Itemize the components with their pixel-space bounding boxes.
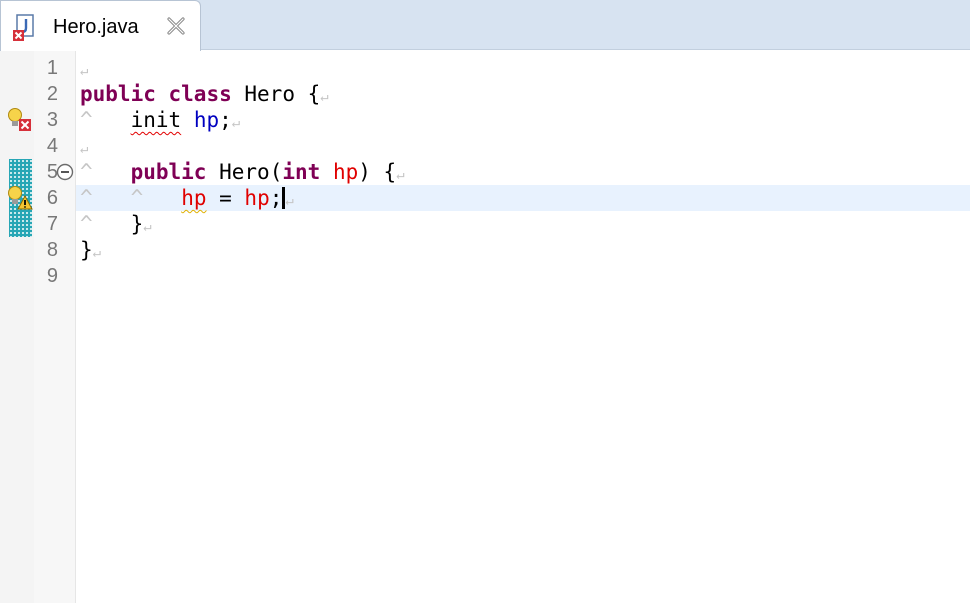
indent-mark: ^: [80, 212, 93, 236]
semicolon: ;: [219, 108, 232, 132]
close-icon[interactable]: [165, 15, 187, 37]
quickfix-error-icon[interactable]: [6, 107, 34, 133]
line-number: 2: [46, 83, 58, 105]
java-file-with-error-icon: [13, 14, 34, 41]
indent-mark: ^: [80, 186, 93, 210]
code-line-1[interactable]: ↵: [80, 55, 88, 81]
class-name: Hero: [244, 82, 295, 106]
brace: {: [307, 82, 321, 106]
line-number: 3: [46, 109, 58, 131]
indent-mark: ^: [80, 108, 93, 132]
code-line-4[interactable]: ↵: [80, 133, 88, 159]
line-number: 4: [46, 135, 58, 157]
brace: }: [80, 238, 93, 262]
line-number: 6: [46, 187, 58, 209]
line-break-mark: ↵: [80, 141, 89, 157]
brace: }: [130, 212, 144, 236]
tab-title: Hero.java: [53, 16, 139, 38]
constructor-name: Hero: [219, 160, 270, 184]
keyword: public: [130, 160, 207, 184]
java-editor[interactable]: 1 2 3 4 5 6 7 8 9 ↵ public class Hero {↵…: [0, 51, 970, 603]
keyword: int: [282, 160, 321, 184]
line-number: 7: [46, 213, 58, 235]
line-break-mark: ↵: [396, 167, 405, 183]
annotation-ruler[interactable]: [0, 51, 34, 603]
line-break-mark: ↵: [231, 115, 241, 131]
line-break-mark: ↵: [285, 193, 294, 209]
paren: (: [269, 160, 283, 184]
line-break-mark: ↵: [80, 63, 89, 79]
fold-collapse-icon[interactable]: [56, 163, 74, 181]
line-number: 8: [46, 239, 58, 261]
code-line-2[interactable]: public class Hero {↵: [80, 81, 329, 107]
field-name: hp: [193, 108, 220, 132]
tab-hero-java[interactable]: Hero.java: [0, 0, 201, 51]
indent-mark: ^: [130, 186, 144, 210]
parameter-name: hp: [332, 160, 359, 184]
editor-tab-bar: Hero.java: [0, 0, 970, 51]
indent-mark: ^: [80, 160, 93, 184]
parameter-name: hp: [244, 186, 270, 210]
brace: {: [383, 160, 397, 184]
assignment-operator: =: [206, 186, 245, 210]
code-line-5[interactable]: ^ public Hero(int hp) {↵: [80, 159, 405, 185]
unknown-type-error[interactable]: init: [131, 108, 182, 132]
keyword: public: [80, 82, 156, 106]
line-break-mark: ↵: [92, 245, 102, 261]
paren: ): [358, 160, 371, 184]
line-break-mark: ↵: [320, 89, 329, 105]
line-number: 1: [46, 57, 58, 79]
quickfix-warning-icon[interactable]: [6, 185, 34, 211]
semicolon: ;: [269, 186, 283, 210]
code-line-3[interactable]: ^ init hp;↵: [80, 107, 240, 133]
keyword: class: [168, 82, 232, 106]
line-break-mark: ↵: [143, 219, 152, 235]
code-line-8[interactable]: }↵: [80, 237, 101, 263]
line-number: 9: [46, 265, 58, 287]
line-number: 5: [46, 161, 58, 183]
code-line-7[interactable]: ^ }↵: [80, 211, 152, 237]
code-line-6[interactable]: ^ ^ hp = hp; ↵: [80, 185, 294, 211]
field-reference-warning[interactable]: hp: [181, 186, 206, 210]
